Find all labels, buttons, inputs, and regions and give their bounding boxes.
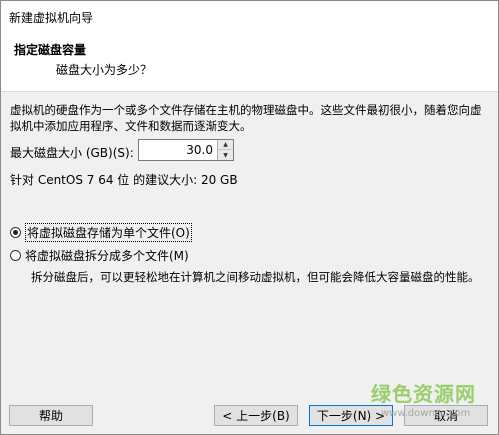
max-disk-size-stepper[interactable]: 30.0 ▲ ▼ — [138, 139, 234, 161]
stepper-up-icon[interactable]: ▲ — [218, 140, 233, 150]
single-file-radio[interactable] — [10, 227, 21, 238]
split-files-radio[interactable] — [10, 250, 21, 261]
wizard-header: 指定磁盘容量 磁盘大小为多少？ — [1, 31, 498, 92]
single-file-label[interactable]: 将虚拟磁盘存储为单个文件(O) — [25, 223, 192, 242]
back-button[interactable]: < 上一步(B) — [214, 405, 298, 426]
stepper-down-icon[interactable]: ▼ — [218, 150, 233, 160]
help-button[interactable]: 帮助 — [9, 405, 93, 426]
split-files-label[interactable]: 将虚拟磁盘拆分成多个文件(M) — [25, 247, 189, 264]
page-subtitle: 磁盘大小为多少？ — [56, 63, 153, 77]
disk-description: 虚拟机的硬盘作为一个或多个文件存储在主机的物理磁盘中。这些文件最初很小，随着您向… — [10, 103, 482, 133]
wizard-window: 新建虚拟机向导 指定磁盘容量 磁盘大小为多少？ 虚拟机的硬盘作为一个或多个文件存… — [0, 0, 499, 435]
page-title: 指定磁盘容量 — [14, 43, 87, 57]
wizard-content: 虚拟机的硬盘作为一个或多个文件存储在主机的物理磁盘中。这些文件最初很小，随着您向… — [1, 92, 498, 392]
single-file-option[interactable]: 将虚拟磁盘存储为单个文件(O) — [10, 223, 192, 242]
wizard-footer: 帮助 < 上一步(B) 下一步(N) > 取消 — [1, 393, 498, 434]
window-title: 新建虚拟机向导 — [9, 11, 94, 25]
cancel-button[interactable]: 取消 — [404, 405, 488, 426]
stepper-buttons: ▲ ▼ — [217, 140, 233, 160]
max-disk-size-input[interactable]: 30.0 — [186, 143, 213, 157]
recommended-size-text: 针对 CentOS 7 64 位 的建议大小: 20 GB — [10, 173, 238, 187]
split-description: 拆分磁盘后，可以更轻松地在计算机之间移动虚拟机，但可能会降低大容量磁盘的性能。 — [31, 270, 480, 284]
title-bar[interactable]: 新建虚拟机向导 — [1, 1, 498, 31]
next-button[interactable]: 下一步(N) > — [309, 405, 393, 426]
max-disk-size-label: 最大磁盘大小 (GB)(S): — [10, 146, 134, 160]
split-files-option[interactable]: 将虚拟磁盘拆分成多个文件(M) — [10, 247, 189, 264]
